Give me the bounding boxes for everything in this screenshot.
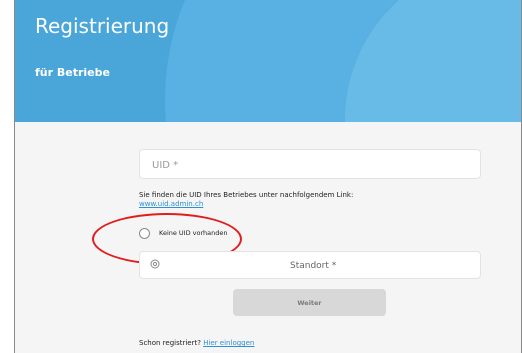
standort-field[interactable]: Standort * — [139, 251, 481, 279]
page-subtitle: für Betriebe — [35, 66, 110, 79]
uid-field[interactable] — [139, 149, 481, 179]
weiter-button[interactable]: Weiter — [233, 289, 386, 316]
page-title: Registrierung — [35, 14, 170, 38]
page-header: Registrierung für Betriebe — [15, 0, 521, 122]
uid-admin-link[interactable]: www.uid.admin.ch — [139, 200, 203, 208]
no-uid-label[interactable]: Keine UID vorhanden — [159, 229, 228, 237]
location-target-icon[interactable] — [150, 259, 160, 269]
registration-page: Registrierung für Betriebe Sie finden di… — [14, 0, 522, 353]
login-prompt: Schon registriert? Hier einloggen — [139, 339, 254, 347]
no-uid-radio[interactable] — [139, 228, 150, 239]
standort-placeholder: Standort * — [290, 261, 337, 271]
uid-hint-text: Sie finden die UID Ihres Betriebes unter… — [139, 191, 354, 199]
login-link[interactable]: Hier einloggen — [203, 339, 254, 347]
uid-input[interactable] — [152, 157, 452, 173]
already-registered-text: Schon registriert? — [139, 339, 201, 347]
